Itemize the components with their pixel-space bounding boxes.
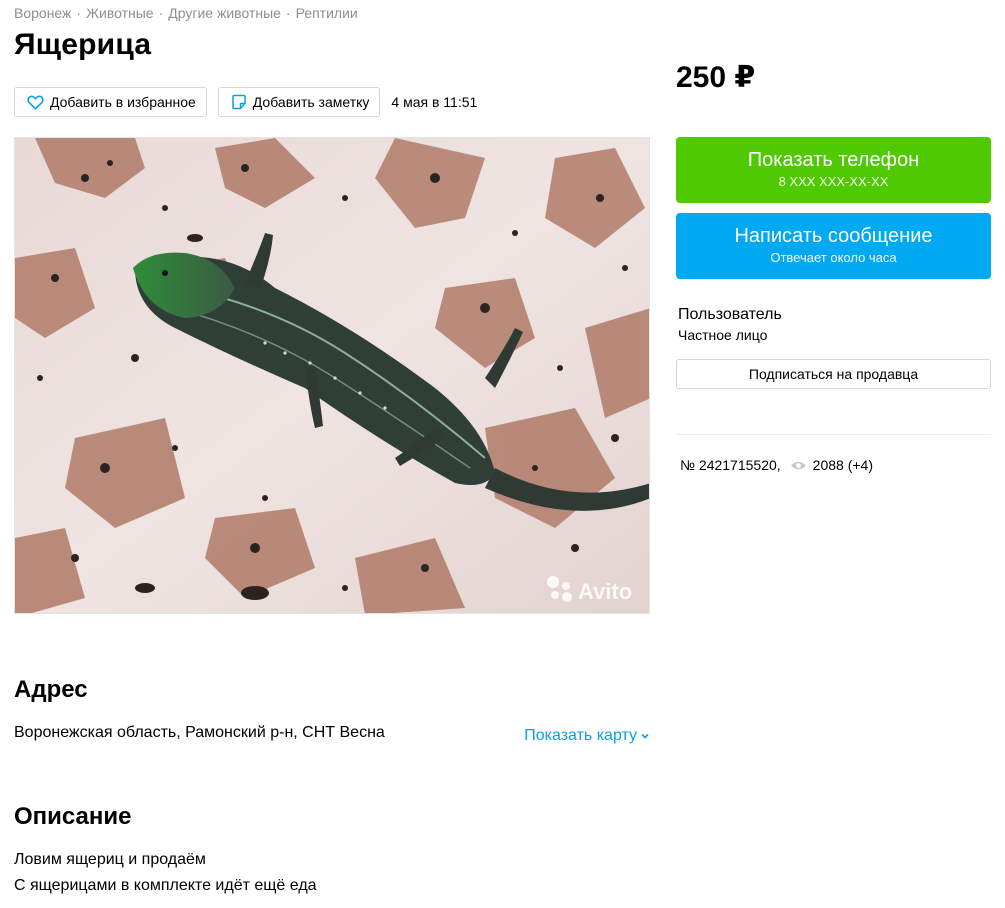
lizard-photo-illustration: Avito <box>15 138 649 613</box>
breadcrumb-item-other-animals[interactable]: Другие животные <box>168 5 281 21</box>
show-phone-label: Показать телефон <box>747 149 920 171</box>
show-map-link[interactable]: Показать карту <box>524 727 650 745</box>
listing-meta: № 2421715520, 2088 (+4) <box>680 457 873 473</box>
price: 250 ₽ <box>676 61 756 94</box>
breadcrumb-separator: · <box>158 5 164 21</box>
description-line: С ящерицами в комплекте идёт ещё еда <box>14 877 317 894</box>
address-text: Воронежская область, Рамонский р-н, СНТ … <box>14 724 385 741</box>
address-heading: Адрес <box>14 676 88 703</box>
action-row: Добавить в избранное Добавить заметку 4 … <box>14 87 477 117</box>
page-title: Ящерица <box>14 28 152 61</box>
breadcrumb-separator: · <box>76 5 82 21</box>
add-to-favorites-button[interactable]: Добавить в избранное <box>14 87 207 117</box>
description-line: Ловим ящериц и продаём <box>14 851 206 868</box>
send-message-label: Написать сообщение <box>734 225 933 247</box>
divider <box>676 434 991 435</box>
show-phone-button[interactable]: Показать телефон 8 XXX XXX-XX-XX <box>676 137 991 203</box>
breadcrumb: Воронеж · Животные · Другие животные · Рептили… <box>14 5 358 21</box>
publication-date: 4 мая в 11:51 <box>391 94 478 110</box>
seller-type: Частное лицо <box>678 327 768 343</box>
description-heading: Описание <box>14 803 132 830</box>
add-to-favorites-label: Добавить в избранное <box>50 94 196 110</box>
breadcrumb-item-city[interactable]: Воронеж <box>14 5 71 21</box>
response-time: Отвечает около часа <box>770 250 897 265</box>
show-map-label: Показать карту <box>524 727 637 744</box>
heart-icon <box>27 95 44 110</box>
seller-name[interactable]: Пользователь <box>678 306 782 324</box>
breadcrumb-item-reptiles[interactable]: Рептилии <box>296 5 358 21</box>
note-icon <box>232 94 246 110</box>
listing-photo[interactable]: Avito <box>14 137 650 614</box>
listing-number: № 2421715520, <box>680 457 781 473</box>
view-count: 2088 (+4) <box>812 457 873 473</box>
send-message-button[interactable]: Написать сообщение Отвечает около часа <box>676 213 991 279</box>
chevron-down-icon <box>641 733 649 739</box>
watermark-text: Avito <box>578 579 632 604</box>
add-note-label: Добавить заметку <box>252 94 370 110</box>
phone-number-mask: 8 XXX XXX-XX-XX <box>778 174 889 189</box>
eye-icon <box>790 461 806 469</box>
subscribe-seller-button[interactable]: Подписаться на продавца <box>676 359 991 389</box>
breadcrumb-separator: · <box>285 5 291 21</box>
breadcrumb-item-animals[interactable]: Животные <box>86 5 154 21</box>
add-note-button[interactable]: Добавить заметку <box>217 87 381 117</box>
